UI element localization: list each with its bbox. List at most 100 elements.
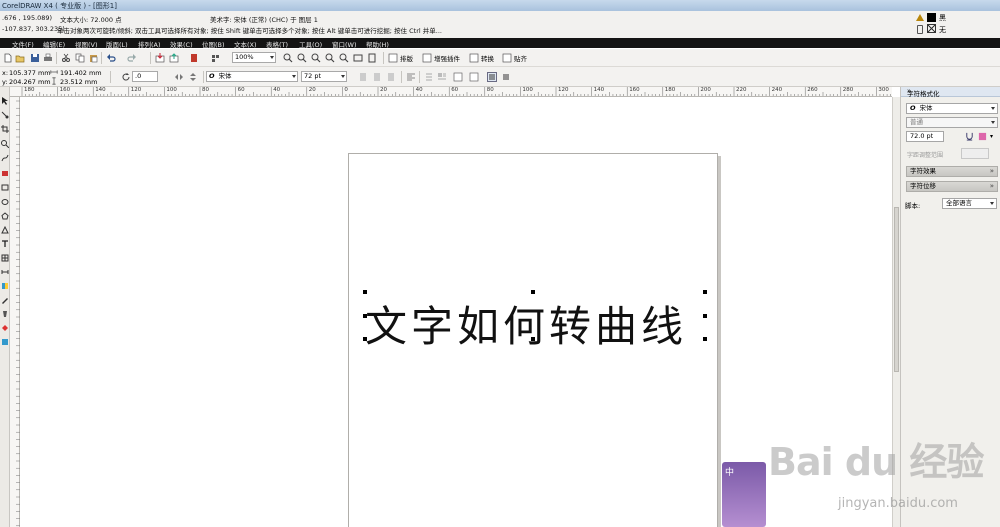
paste-icon[interactable] xyxy=(89,53,99,63)
font-size-dropdown[interactable]: 72 pt xyxy=(301,71,347,82)
zoom-tool-icon[interactable] xyxy=(1,140,9,148)
selection-handle-top-middle[interactable] xyxy=(531,290,535,294)
dimension-tool-icon[interactable] xyxy=(1,268,9,276)
menu-text[interactable]: 文本(X) xyxy=(234,39,257,49)
import-icon[interactable] xyxy=(155,53,165,63)
save-icon[interactable] xyxy=(30,53,40,63)
text-tool-icon[interactable] xyxy=(1,240,9,248)
application-launcher-icon[interactable] xyxy=(211,53,221,63)
publish-pdf-icon[interactable] xyxy=(189,53,199,63)
basic-shapes-tool-icon[interactable] xyxy=(1,226,9,234)
selection-handle-top-left[interactable] xyxy=(363,290,367,294)
menu-file[interactable]: 文件(F) xyxy=(12,39,34,49)
enhance-plugin-button[interactable]: 增强插件 xyxy=(434,53,460,63)
zoom-width-icon[interactable] xyxy=(353,53,363,63)
underline-icon[interactable] xyxy=(965,132,974,141)
docker-title-bar[interactable]: 字符格式化 » xyxy=(901,87,1000,98)
ellipse-tool-icon[interactable] xyxy=(1,198,9,206)
edit-text-icon[interactable] xyxy=(469,72,479,82)
selection-handle-bottom-left[interactable] xyxy=(363,337,367,341)
mirror-vertical-icon[interactable] xyxy=(188,72,198,82)
new-document-icon[interactable] xyxy=(3,53,13,63)
vertical-text-icon[interactable] xyxy=(501,72,511,82)
character-format-icon[interactable] xyxy=(453,72,463,82)
character-effects-section[interactable]: 字符效果 » xyxy=(906,166,998,177)
undo-icon[interactable] xyxy=(106,53,116,63)
zoom-height-icon[interactable] xyxy=(367,53,377,63)
font-list-dropdown[interactable]: O 宋体 xyxy=(206,71,298,82)
fill-color-swatch[interactable] xyxy=(927,13,936,22)
vertical-ruler[interactable] xyxy=(10,97,20,527)
crop-tool-icon[interactable] xyxy=(1,125,9,133)
menu-tools[interactable]: 工具(O) xyxy=(299,39,322,49)
horizontal-ruler[interactable]: 180 160 140 120 100 80 60 40 20 0 20 40 60 80 100 120 14… xyxy=(10,87,892,97)
copy-icon[interactable] xyxy=(75,53,85,63)
selection-handle-bottom-middle[interactable] xyxy=(531,337,535,341)
bold-icon[interactable] xyxy=(358,72,368,82)
fill-tool-icon[interactable] xyxy=(1,324,9,332)
script-dropdown[interactable]: 全部语言 xyxy=(942,198,997,209)
docker-style-dropdown[interactable]: 普通 xyxy=(906,117,998,128)
eyedropper-tool-icon[interactable] xyxy=(1,296,9,304)
chevron-down-icon[interactable]: ▾ xyxy=(990,133,993,140)
snap-button[interactable]: 贴齐 xyxy=(514,53,527,63)
zoom-page-icon[interactable] xyxy=(339,53,349,63)
docker-font-dropdown[interactable]: O 宋体 xyxy=(906,103,998,114)
polygon-tool-icon[interactable] xyxy=(1,212,9,220)
height-field[interactable]: 23.512 mm xyxy=(60,78,97,86)
selection-handle-middle-left[interactable] xyxy=(363,314,367,318)
horizontal-text-icon[interactable] xyxy=(487,72,497,82)
smart-fill-tool-icon[interactable] xyxy=(1,169,9,177)
zoom-all-icon[interactable] xyxy=(325,53,335,63)
menu-bitmaps[interactable]: 位图(B) xyxy=(202,39,225,49)
menu-edit[interactable]: 编辑(E) xyxy=(43,39,65,49)
open-folder-icon[interactable] xyxy=(15,53,25,63)
interactive-fill-tool-icon[interactable] xyxy=(1,338,9,346)
drop-cap-icon[interactable] xyxy=(437,72,447,82)
menu-window[interactable]: 窗口(W) xyxy=(332,39,357,49)
convert-icon[interactable] xyxy=(469,53,479,63)
convert-button[interactable]: 转换 xyxy=(481,53,494,63)
selection-handle-bottom-right[interactable] xyxy=(703,337,707,341)
print-icon[interactable] xyxy=(43,53,53,63)
docker-size-field[interactable]: 72.0 pt xyxy=(906,131,944,142)
menu-view[interactable]: 视图(V) xyxy=(75,39,98,49)
width-field[interactable]: 191.402 mm xyxy=(60,69,102,77)
expand-arrows-icon[interactable]: » xyxy=(907,87,998,95)
pick-tool-icon[interactable] xyxy=(1,97,9,105)
bullet-list-icon[interactable] xyxy=(423,72,433,82)
layout-icon[interactable] xyxy=(388,53,398,63)
snap-icon[interactable] xyxy=(502,53,512,63)
outline-color-swatch[interactable] xyxy=(927,24,936,33)
zoom-out-icon[interactable] xyxy=(297,53,307,63)
artistic-text-object[interactable]: 文字如何转曲线 xyxy=(365,293,687,354)
shape-tool-icon[interactable] xyxy=(1,111,9,119)
zoom-level-dropdown[interactable]: 100% xyxy=(232,52,276,63)
underline-icon[interactable] xyxy=(386,72,396,82)
menu-effects[interactable]: 效果(C) xyxy=(170,39,193,49)
scrollbar-thumb[interactable] xyxy=(894,207,899,372)
strikethrough-icon[interactable] xyxy=(978,132,987,141)
table-tool-icon[interactable] xyxy=(1,254,9,262)
plugin-icon[interactable] xyxy=(422,53,432,63)
selection-handle-middle-right[interactable] xyxy=(703,314,707,318)
italic-icon[interactable] xyxy=(372,72,382,82)
x-position-field[interactable]: 105.377 mm xyxy=(9,69,51,77)
align-left-icon[interactable] xyxy=(406,72,416,82)
zoom-in-icon[interactable] xyxy=(283,53,293,63)
outline-tool-icon[interactable] xyxy=(1,310,9,318)
zoom-selected-icon[interactable] xyxy=(311,53,321,63)
menu-layout[interactable]: 版面(L) xyxy=(106,39,128,49)
layout-button[interactable]: 排版 xyxy=(400,53,413,63)
rectangle-tool-icon[interactable] xyxy=(1,183,9,191)
menu-arrange[interactable]: 排列(A) xyxy=(138,39,161,49)
rotation-field[interactable]: .0 xyxy=(132,71,158,82)
redo-icon[interactable] xyxy=(127,53,137,63)
export-icon[interactable] xyxy=(169,53,179,63)
menu-help[interactable]: 帮助(H) xyxy=(366,39,389,49)
mirror-horizontal-icon[interactable] xyxy=(174,72,184,82)
y-position-field[interactable]: 204.267 mm xyxy=(9,78,51,86)
menu-table[interactable]: 表格(T) xyxy=(266,39,288,49)
cut-icon[interactable] xyxy=(61,53,71,63)
selection-handle-top-right[interactable] xyxy=(703,290,707,294)
